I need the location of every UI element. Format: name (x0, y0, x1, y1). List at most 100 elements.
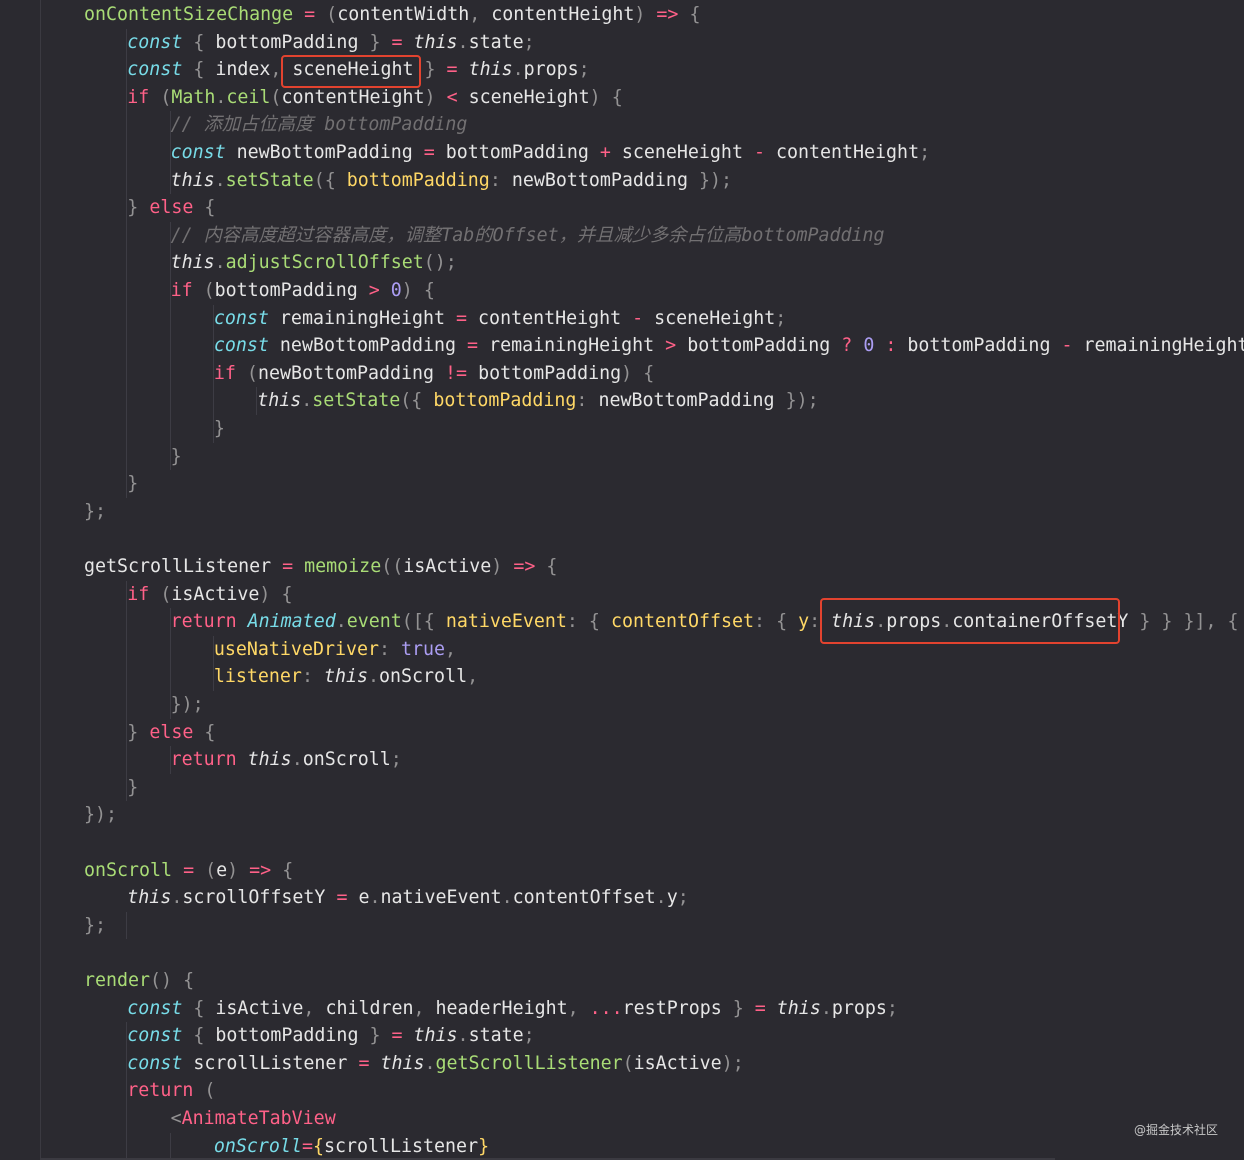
code-token: remainingHeight (478, 335, 666, 357)
code-token: this (247, 749, 292, 771)
code-token: nativeEvent (445, 611, 567, 633)
code-token: bottomPadding (467, 362, 622, 384)
code-token: sceneHeight (457, 86, 590, 108)
code-editor[interactable]: onContentSizeChange = (contentWidth, con… (0, 0, 1244, 1160)
code-line[interactable]: <AnimateTabView (171, 1105, 336, 1132)
code-token: else (149, 721, 194, 743)
code-token: } (424, 59, 436, 81)
code-line[interactable]: } (214, 415, 225, 442)
code-line[interactable]: if (bottomPadding > 0) { (171, 277, 435, 304)
code-token: ( (203, 280, 215, 301)
code-token: > (368, 280, 380, 301)
code-line[interactable]: } (171, 443, 182, 470)
code-line[interactable]: return this.onScroll; (171, 746, 402, 773)
code-token: ( (160, 86, 172, 108)
code-line[interactable]: onScroll={scrollListener} (214, 1133, 489, 1160)
code-line[interactable]: }; (84, 912, 106, 939)
code-line[interactable]: if (newBottomPadding != bottomPadding) { (214, 360, 654, 387)
code-token: isActive (171, 583, 260, 605)
code-line[interactable]: onContentSizeChange = (contentWidth, con… (84, 1, 700, 28)
code-token: { (1227, 611, 1239, 633)
code-line[interactable]: listener: this.onScroll, (214, 663, 478, 690)
code-line[interactable]: }; (84, 498, 106, 525)
code-line[interactable]: }); (171, 691, 204, 718)
code-token: // 添加占位高度 bottomPadding (170, 114, 468, 136)
code-token: { (183, 970, 195, 991)
code-line[interactable]: return ( (127, 1077, 215, 1104)
code-line[interactable]: getScrollListener = memoize((isActive) =… (84, 553, 557, 580)
code-line[interactable]: this.setState({ bottomPadding: newBottom… (257, 387, 818, 414)
code-token: bottomPadding (433, 390, 577, 412)
code-line[interactable]: useNativeDriver: true, (214, 636, 456, 663)
code-token: ) (259, 583, 271, 605)
code-line[interactable]: const newBottomPadding = bottomPadding +… (171, 139, 931, 166)
code-line[interactable]: this.adjustScrollOffset(); (171, 249, 457, 276)
code-line[interactable]: } else { (127, 719, 215, 746)
code-line[interactable]: } (127, 470, 138, 497)
code-token: ? (841, 335, 853, 357)
gutter-divider (40, 0, 41, 1160)
code-line[interactable]: const remainingHeight = contentHeight - … (214, 305, 786, 332)
code-line[interactable]: // 添加占位高度 bottomPadding (171, 111, 468, 138)
code-token: }; (84, 914, 107, 936)
code-token: } (369, 1025, 381, 1047)
code-token: this (170, 252, 215, 274)
code-token: setState (225, 169, 314, 191)
code-line[interactable]: this.scrollOffsetY = e.nativeEvent.conte… (127, 884, 688, 911)
code-line[interactable]: // 内容高度超过容器高度，调整Tab的Offset，并且减少多余占位高bott… (171, 222, 885, 249)
code-token: newBottomPadding (587, 390, 786, 412)
code-line[interactable]: const { isActive, children, headerHeight… (127, 995, 898, 1022)
code-token: this (127, 887, 172, 909)
code-line[interactable]: render() { (84, 967, 194, 994)
code-token: const (213, 335, 269, 357)
code-line[interactable]: const newBottomPadding = remainingHeight… (214, 332, 1244, 359)
code-line[interactable]: onScroll = (e) => { (84, 857, 293, 884)
code-token: = (282, 556, 294, 577)
code-token: contentOffset (512, 887, 656, 909)
code-token: this (323, 666, 369, 688)
code-line[interactable]: } else { (127, 194, 215, 221)
code-line[interactable]: if (isActive) { (127, 581, 292, 608)
code-token: state (468, 31, 524, 53)
code-token: const (127, 59, 183, 81)
code-token: const (127, 1052, 183, 1074)
code-token: { (204, 197, 216, 219)
code-token: , (469, 4, 492, 25)
code-line[interactable]: const { bottomPadding } = this.state; (127, 29, 534, 56)
code-token: e (347, 887, 370, 909)
indent-guide-line (126, 911, 128, 940)
code-token: ({ (400, 390, 423, 412)
code-token: bottomPadding (896, 335, 1062, 357)
code-line[interactable]: this.setState({ bottomPadding: newBottom… (171, 167, 732, 194)
code-token: . (457, 1025, 469, 1047)
code-token: ( (204, 1080, 216, 1102)
code-token: ( (270, 86, 282, 108)
code-line[interactable]: const { bottomPadding } = this.state; (127, 1022, 534, 1049)
code-token: remainingHeight (268, 307, 457, 329)
code-token: = (391, 31, 403, 53)
code-token: . (215, 86, 227, 108)
code-line[interactable]: }); (84, 801, 117, 828)
code-token: (); (423, 252, 457, 274)
code-token: } (127, 776, 139, 798)
code-line[interactable]: const scrollListener = this.getScrollLis… (127, 1050, 743, 1077)
code-line[interactable]: } (127, 774, 138, 801)
code-token: . (424, 1052, 436, 1074)
code-token: contentWidth (337, 4, 470, 25)
code-token: // 内容高度超过容器高度，调整Tab的Offset，并且减少多余占位高bott… (170, 224, 885, 246)
code-token: { (204, 721, 216, 743)
code-token: { (689, 4, 701, 25)
code-token: render (84, 970, 151, 991)
code-token: : (566, 611, 578, 633)
code-token: bottomPadding (676, 335, 842, 357)
code-token: } (127, 197, 139, 219)
